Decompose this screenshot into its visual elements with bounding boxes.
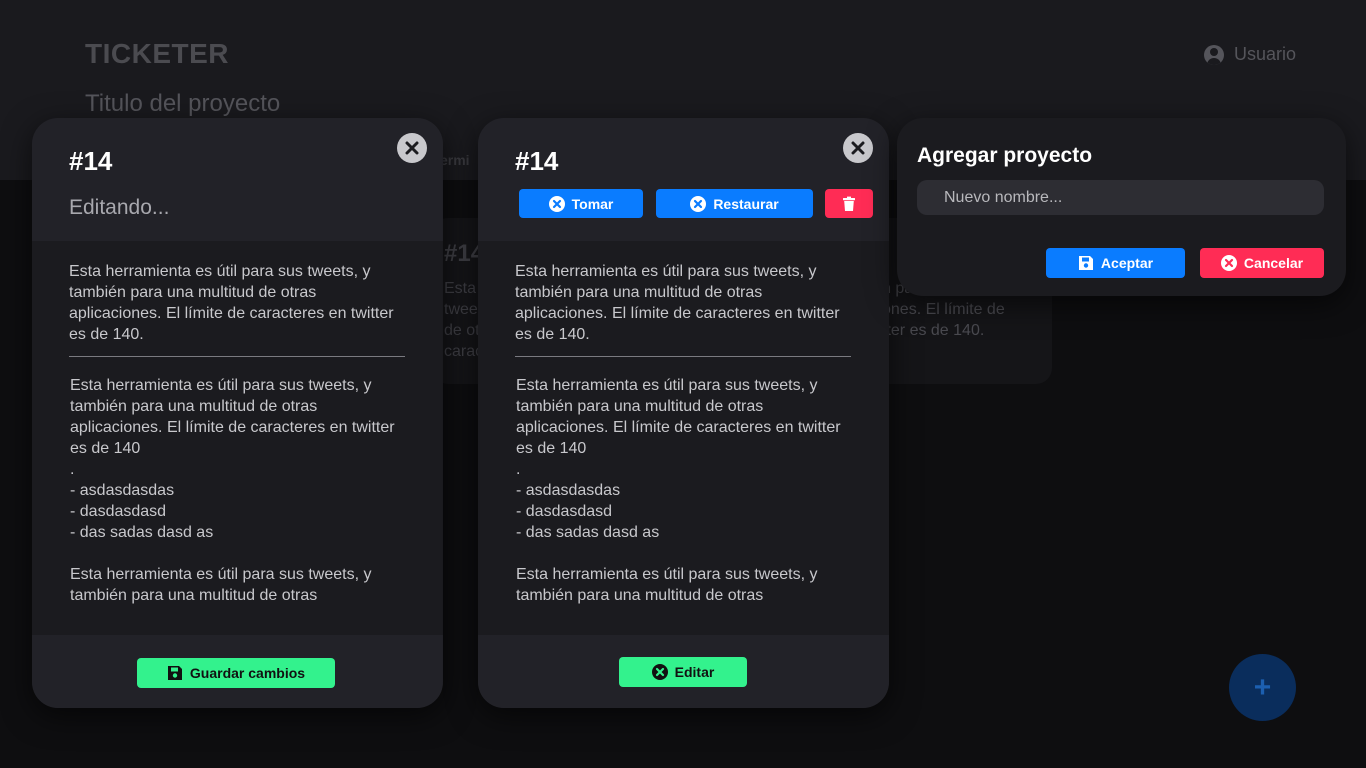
save-icon [1078, 256, 1093, 270]
restore-button[interactable]: Restaurar [656, 189, 813, 218]
modal-header [32, 118, 443, 241]
edit-ticket-modal: #14 Editando... Esta herramienta es útil… [32, 118, 443, 708]
times-circle-icon [690, 195, 707, 212]
times-circle-icon [1220, 255, 1237, 271]
accept-label: Aceptar [1100, 255, 1154, 271]
ticket-number: #14 [69, 146, 113, 176]
close-button[interactable] [843, 133, 873, 163]
save-changes-label: Guardar cambios [189, 665, 306, 681]
edit-label: Editar [674, 664, 715, 680]
divider [69, 356, 405, 357]
ticket-description[interactable]: Esta herramienta es útil para sus tweets… [69, 261, 405, 345]
user-label: Usuario [1234, 44, 1297, 64]
app-title: TICKETER [85, 38, 229, 69]
ticket-comments[interactable]: Esta herramienta es útil para sus tweets… [69, 375, 405, 606]
ticket-body: Esta herramienta es útil para sus tweets… [515, 261, 851, 606]
take-button[interactable]: Tomar [519, 189, 643, 218]
times-circle-icon [548, 195, 565, 212]
modal-footer: Guardar cambios [32, 635, 443, 708]
project-title: Titulo del proyecto [85, 90, 281, 117]
accept-button[interactable]: Aceptar [1046, 248, 1185, 278]
close-icon [851, 141, 865, 155]
restore-label: Restaurar [713, 195, 779, 212]
save-changes-button[interactable]: Guardar cambios [137, 658, 335, 688]
times-circle-icon [651, 664, 668, 680]
add-project-title: Agregar proyecto [917, 144, 1093, 167]
ticket-status: Editando... [69, 196, 170, 219]
take-label: Tomar [571, 195, 614, 212]
user-circle-icon [1204, 44, 1224, 65]
trash-icon [843, 196, 855, 211]
cancel-button[interactable]: Cancelar [1200, 248, 1324, 278]
cancel-label: Cancelar [1243, 255, 1304, 271]
add-project-modal: Agregar proyecto Aceptar Cancelar [897, 118, 1346, 296]
ticket-number: #14 [515, 146, 559, 176]
save-icon [167, 666, 182, 680]
ticket-body: Esta herramienta es útil para sus tweets… [69, 261, 405, 606]
divider [515, 356, 851, 357]
close-icon [405, 141, 419, 155]
project-name-input[interactable] [917, 180, 1324, 215]
ticket-comments: Esta herramienta es útil para sus tweets… [516, 377, 841, 604]
modal-footer: Editar [478, 635, 889, 708]
close-button[interactable] [397, 133, 427, 163]
ticket-description: Esta herramienta es útil para sus tweets… [515, 263, 840, 343]
user-menu[interactable]: Usuario [1204, 44, 1296, 65]
add-fab-button[interactable]: + [1229, 654, 1296, 721]
delete-button[interactable] [825, 189, 873, 218]
modal-header [478, 118, 889, 241]
background-tab: ermi [440, 152, 470, 168]
edit-button[interactable]: Editar [619, 657, 747, 687]
view-ticket-modal: #14 Tomar Restaurar Esta herramienta es … [478, 118, 889, 708]
